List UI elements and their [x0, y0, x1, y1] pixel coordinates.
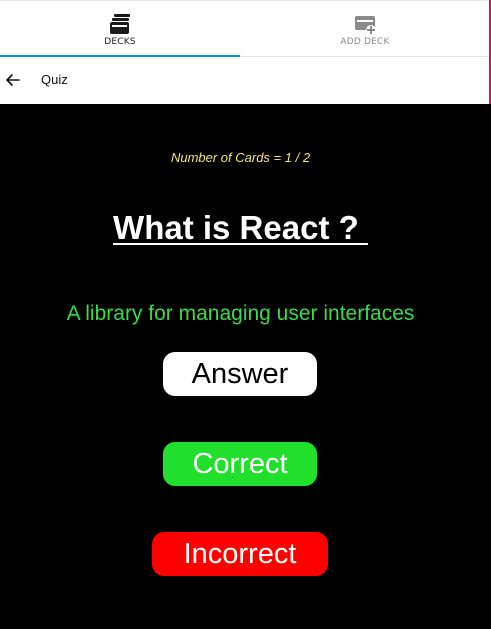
- answer-button[interactable]: Answer: [163, 352, 317, 396]
- header-bar: Quiz: [0, 57, 491, 104]
- question-text: What is React ?: [113, 209, 368, 246]
- app-root: DECKS ADD DECK Quiz Number of Cards = 1 …: [0, 0, 491, 629]
- add-card-icon: [355, 16, 376, 35]
- cards-icon: [110, 14, 130, 34]
- tab-add-deck[interactable]: ADD DECK: [245, 1, 485, 57]
- correct-button[interactable]: Correct: [163, 442, 317, 486]
- page-title: Quiz: [41, 72, 68, 87]
- arrow-left-icon: [6, 74, 20, 86]
- answer-text: A library for managing user interfaces: [66, 302, 415, 325]
- tab-add-deck-label: ADD DECK: [340, 37, 390, 47]
- quiz-panel: Number of Cards = 1 / 2 What is React ? …: [0, 104, 491, 629]
- tab-decks[interactable]: DECKS: [0, 1, 240, 57]
- card-count: Number of Cards = 1 / 2: [170, 150, 311, 165]
- tab-decks-label: DECKS: [104, 37, 136, 47]
- incorrect-button[interactable]: Incorrect: [152, 532, 328, 576]
- tab-bar: DECKS ADD DECK: [0, 0, 491, 57]
- back-button[interactable]: [2, 69, 24, 91]
